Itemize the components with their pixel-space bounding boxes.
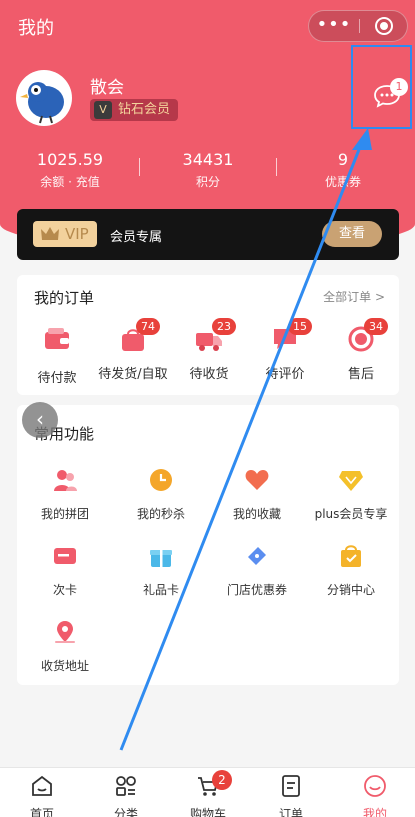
gift-icon (150, 550, 172, 567)
tab-label: 我的 (362, 807, 387, 817)
cart-count-badge: 2 (212, 770, 232, 790)
vip-view-button[interactable]: 查看 (322, 221, 382, 247)
stat-value: 1025.59 (36, 150, 104, 169)
tab-profile[interactable]: 我的 (345, 774, 405, 817)
tab-orders[interactable]: 订单 (261, 774, 321, 817)
tab-cart[interactable]: 2 购物车 (178, 770, 238, 817)
stat-balance[interactable]: 1025.59 余额 · 充值 (15, 150, 125, 190)
clock-icon (150, 469, 172, 491)
func-label: 礼品卡 (142, 583, 179, 597)
order-count-badge: 15 (288, 318, 312, 335)
member-level-label: 钻石会员 (118, 102, 171, 117)
func-store-coupon[interactable]: 门店优惠券 (209, 543, 305, 598)
order-count-badge: 74 (136, 318, 160, 335)
message-count-badge: 1 (390, 78, 408, 96)
func-label: 我的收藏 (232, 507, 281, 521)
capsule-divider (359, 19, 360, 33)
back-button[interactable]: ‹ (22, 402, 58, 438)
orders-card: 我的订单 全部订单 > 待付款 74 待发货/自取 23 待收货 15 待评价 … (17, 275, 399, 395)
order-pending-shipment[interactable]: 74 待发货/自取 (95, 318, 171, 382)
order-count-badge: 23 (212, 318, 236, 335)
tab-category[interactable]: 分类 (96, 774, 156, 817)
stat-label: 积分 (195, 175, 220, 189)
functions-card: 常用功能 我的拼团 我的秒杀 我的收藏 plus会员专享 次卡 礼品卡 门店优惠… (17, 405, 399, 685)
page-title: 我的 (18, 18, 54, 39)
order-after-sales[interactable]: 34 售后 (323, 318, 399, 382)
location-icon (55, 621, 75, 643)
tab-home[interactable]: 首页 (12, 774, 72, 817)
avatar[interactable] (16, 70, 72, 126)
heart-icon (245, 470, 269, 490)
stat-value: 9 (337, 150, 349, 169)
distribution-icon (341, 545, 361, 567)
home-icon (32, 775, 52, 796)
order-label: 待发货/自取 (98, 367, 168, 382)
stat-divider (276, 158, 277, 176)
func-group-buy[interactable]: 我的拼团 (17, 467, 113, 522)
func-gift-card[interactable]: 礼品卡 (113, 543, 209, 598)
vip-description: 会员专属 (110, 230, 163, 245)
bag-icon-wrap: 74 (119, 318, 160, 353)
stat-points[interactable]: 34431 积分 (153, 150, 263, 190)
func-address[interactable]: 收货地址 (17, 619, 113, 674)
all-orders-link[interactable]: 全部订单 > (323, 288, 385, 305)
vip-tag-label: VIP (65, 225, 89, 243)
func-favorites[interactable]: 我的收藏 (209, 467, 305, 522)
order-pending-review[interactable]: 15 待评价 (247, 318, 323, 382)
diamond-icon (339, 471, 363, 491)
card-icon (54, 548, 76, 564)
close-mini-program-button[interactable] (375, 17, 393, 35)
username: 散会 (90, 78, 124, 98)
refund-icon-wrap: 34 (347, 318, 388, 353)
order-label: 售后 (347, 367, 374, 382)
stat-value: 34431 (182, 150, 234, 169)
wallet-icon (45, 328, 69, 349)
vip-banner: VIP 会员专属 查看 (17, 209, 399, 260)
bird-avatar-icon (20, 82, 64, 124)
vip-tag: VIP (33, 221, 97, 247)
order-count-badge: 34 (364, 318, 388, 335)
coupon-icon (248, 547, 266, 565)
diamond-icon: V (94, 101, 112, 119)
order-pending-payment[interactable]: 待付款 (19, 325, 95, 386)
truck-icon-wrap: 23 (195, 318, 236, 353)
stat-divider (139, 158, 140, 176)
func-label: 收货地址 (40, 659, 89, 673)
func-label: plus会员专享 (314, 507, 388, 521)
profile-icon (364, 775, 386, 797)
func-label: 我的拼团 (40, 507, 89, 521)
order-label: 待付款 (37, 371, 77, 386)
mini-program-capsule: ••• (308, 10, 408, 42)
tab-label: 订单 (278, 807, 303, 817)
more-menu-button[interactable]: ••• (309, 11, 359, 41)
stat-coupons[interactable]: 9 优惠券 (288, 150, 398, 190)
group-buy-icon (54, 470, 77, 491)
comment-icon-wrap: 15 (271, 318, 312, 353)
order-label: 待评价 (265, 367, 305, 382)
category-icon (116, 776, 136, 796)
orders-title: 我的订单 (34, 289, 95, 307)
tab-label: 购物车 (189, 807, 226, 817)
func-times-card[interactable]: 次卡 (17, 543, 113, 598)
stat-label: 优惠券 (324, 175, 361, 189)
tab-label: 首页 (29, 807, 54, 817)
member-level-badge[interactable]: V 钻石会员 (90, 99, 179, 121)
func-plus-member[interactable]: plus会员专享 (303, 467, 399, 522)
order-icon (282, 775, 300, 797)
order-label: 待收货 (189, 367, 229, 382)
bottom-tab-bar: 首页 分类 2 购物车 订单 我的 (0, 767, 415, 817)
stat-label: 余额 · 充值 (40, 175, 100, 189)
order-pending-receipt[interactable]: 23 待收货 (171, 318, 247, 382)
func-label: 次卡 (52, 583, 77, 597)
func-flash-sale[interactable]: 我的秒杀 (113, 467, 209, 522)
func-distribution[interactable]: 分销中心 (303, 543, 399, 598)
func-label: 我的秒杀 (136, 507, 185, 521)
func-label: 分销中心 (326, 583, 375, 597)
tab-label: 分类 (113, 807, 138, 817)
crown-icon (41, 227, 59, 240)
func-label: 门店优惠券 (226, 583, 287, 597)
